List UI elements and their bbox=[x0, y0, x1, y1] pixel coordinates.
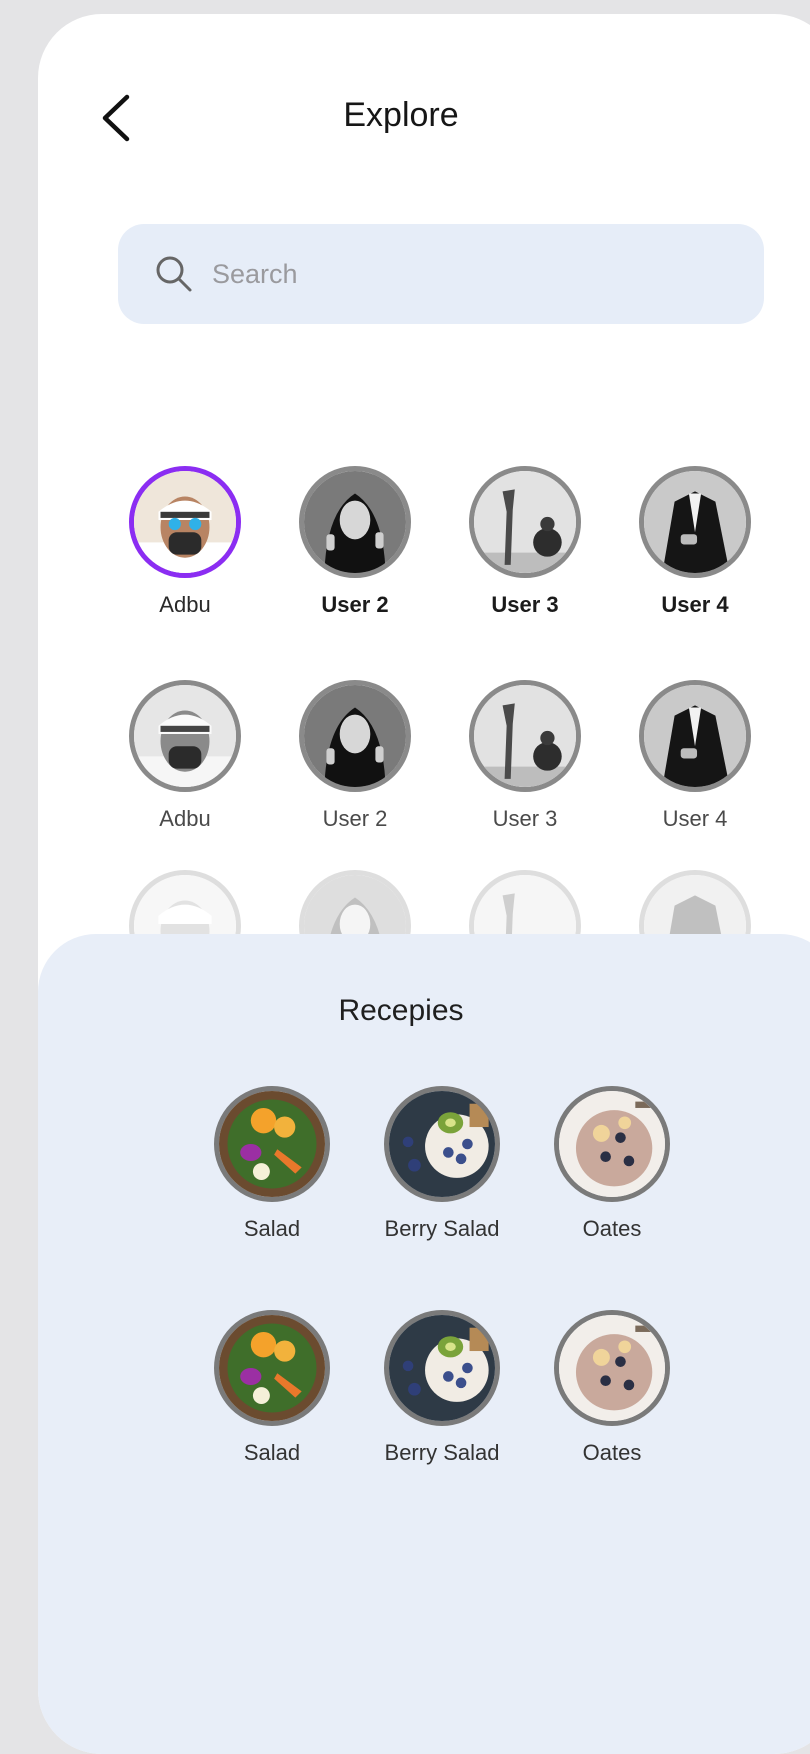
user-name: Adbu bbox=[159, 592, 211, 617]
avatar bbox=[639, 466, 751, 578]
user-name: User 4 bbox=[662, 806, 728, 831]
user-name: User 3 bbox=[491, 592, 559, 617]
user-name: User 4 bbox=[661, 592, 729, 617]
recipe-name: Salad bbox=[243, 1440, 301, 1465]
user-name: User 2 bbox=[321, 592, 389, 617]
search-bar[interactable] bbox=[118, 224, 764, 324]
avatar bbox=[469, 680, 581, 792]
avatar bbox=[299, 466, 411, 578]
search-input[interactable] bbox=[210, 257, 694, 291]
recipe-item[interactable]: Oates bbox=[527, 1086, 697, 1242]
recipe-name: Berry Salad bbox=[384, 1216, 500, 1241]
user-item[interactable]: User 2 bbox=[270, 680, 440, 832]
avatar bbox=[299, 680, 411, 792]
recipe-image bbox=[384, 1310, 500, 1426]
user-item[interactable]: User 4 bbox=[610, 466, 780, 618]
user-item[interactable]: User 3 bbox=[440, 680, 610, 832]
recipes-title: Recepies bbox=[338, 994, 464, 1027]
avatar bbox=[129, 680, 241, 792]
recipe-image bbox=[214, 1086, 330, 1202]
recipe-name: Salad bbox=[243, 1216, 301, 1241]
user-name: User 2 bbox=[322, 806, 388, 831]
recipe-image bbox=[554, 1310, 670, 1426]
recipe-image bbox=[214, 1310, 330, 1426]
recipe-item[interactable]: Salad bbox=[187, 1086, 357, 1242]
recipe-item[interactable]: Oates bbox=[527, 1310, 697, 1466]
recipe-item[interactable]: Berry Salad bbox=[357, 1086, 527, 1242]
recipe-name: Berry Salad bbox=[384, 1440, 500, 1465]
recipe-image bbox=[384, 1086, 500, 1202]
avatar bbox=[129, 466, 241, 578]
recipe-name: Oates bbox=[582, 1216, 642, 1241]
page-title: Explore bbox=[343, 96, 459, 134]
recipe-item[interactable]: Berry Salad bbox=[357, 1310, 527, 1466]
avatar bbox=[469, 466, 581, 578]
user-item[interactable]: Adbu bbox=[100, 680, 270, 832]
search-icon bbox=[154, 254, 194, 294]
user-name: User 3 bbox=[492, 806, 558, 831]
phone-screen: Explore Search Adbu User 2 User 3 User 4… bbox=[38, 14, 810, 1754]
user-item[interactable]: User 2 bbox=[270, 466, 440, 618]
recipe-image bbox=[554, 1086, 670, 1202]
user-item[interactable]: User 3 bbox=[440, 466, 610, 618]
user-item[interactable]: User 4 bbox=[610, 680, 780, 832]
user-item[interactable]: Adbu bbox=[100, 466, 270, 618]
user-name: Adbu bbox=[159, 806, 211, 831]
recipe-item[interactable]: Salad bbox=[187, 1310, 357, 1466]
recipes-panel: Recepies Salad Berry Salad Oates Salad B… bbox=[38, 934, 810, 1754]
avatar bbox=[639, 680, 751, 792]
recipe-name: Oates bbox=[582, 1440, 642, 1465]
